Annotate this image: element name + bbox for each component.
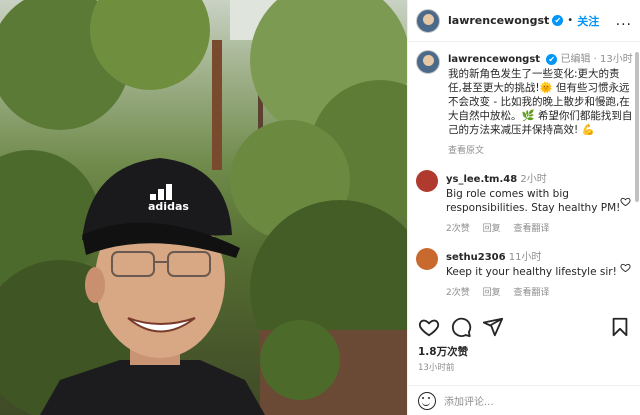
caption-edited: 已编辑 <box>560 54 591 65</box>
cap-logo: adidas <box>148 200 189 213</box>
comment-bubble-icon[interactable] <box>450 316 472 338</box>
separator-dot: • <box>567 15 574 26</box>
likes-count[interactable]: 1.8万次赞 <box>418 344 631 359</box>
post-header: lawrencewongst ✔ • 关注 ... <box>408 0 640 42</box>
more-options-button[interactable]: ... <box>616 13 632 29</box>
post-panel: lawrencewongst ✔ • 关注 ... lawrencewongst… <box>407 0 640 415</box>
caption-username[interactable]: lawrencewongst <box>448 54 540 65</box>
follow-button[interactable]: 关注 <box>577 13 599 29</box>
translate-link[interactable]: 查看翻译 <box>514 288 550 298</box>
author-avatar[interactable] <box>416 8 440 33</box>
share-send-icon[interactable] <box>482 316 504 338</box>
caption-avatar[interactable] <box>416 50 440 74</box>
comments-list[interactable]: lawrencewongst ✔ 已编辑 · 13小时 我的新角色发生了一些变化… <box>408 42 640 310</box>
comment-like-heart-icon[interactable] <box>620 196 631 207</box>
comment-text: Keep it your healthy lifestyle sir! <box>446 266 617 278</box>
photo-illustration: adidas <box>0 0 407 415</box>
add-comment-bar: 添加评论... <box>408 385 640 415</box>
comment-time: 2小时 <box>520 174 547 185</box>
like-heart-icon[interactable] <box>418 316 440 338</box>
emoji-icon[interactable] <box>418 391 436 410</box>
commenter-avatar[interactable] <box>416 248 438 270</box>
add-comment-input[interactable]: 添加评论... <box>444 393 494 408</box>
comment-likes[interactable]: 2次赞 <box>446 224 470 234</box>
author-username[interactable]: lawrencewongst <box>448 14 549 27</box>
post-actions: 1.8万次赞 13小时前 <box>408 314 640 373</box>
caption-text: 我的新角色发生了一些变化:更大的责任,甚至更大的挑战!🌞 但有些习惯永远不会改变… <box>448 68 633 136</box>
caption-row: lawrencewongst ✔ 已编辑 · 13小时 我的新角色发生了一些变化… <box>416 50 633 156</box>
verified-badge-icon: ✔ <box>546 54 558 65</box>
caption-time: 13小时 <box>600 54 633 65</box>
comment-text: Big role comes with big responsibilities… <box>446 188 621 214</box>
comment-username[interactable]: ys_lee.tm.48 <box>446 174 517 185</box>
scrollbar-thumb[interactable] <box>635 52 639 202</box>
comment-username[interactable]: sethu2306 <box>446 252 506 263</box>
reply-button[interactable]: 回复 <box>483 288 501 298</box>
commenter-avatar[interactable] <box>416 170 438 192</box>
comment-likes[interactable]: 2次赞 <box>446 288 470 298</box>
comments-scrollbar[interactable] <box>634 42 640 310</box>
save-bookmark-icon[interactable] <box>609 316 631 338</box>
comment-item: sethu2306 11小时 Keep it your healthy life… <box>416 248 633 298</box>
post-timestamp: 13小时前 <box>418 363 455 373</box>
verified-badge-icon: ✔ <box>552 15 564 26</box>
translate-link[interactable]: 查看翻译 <box>514 224 550 234</box>
reply-button[interactable]: 回复 <box>483 224 501 234</box>
comment-like-heart-icon[interactable] <box>620 262 631 273</box>
see-original-link[interactable]: 查看原文 <box>448 146 484 156</box>
comment-time: 11小时 <box>508 252 542 263</box>
post-photo[interactable]: adidas <box>0 0 407 415</box>
comment-item: ys_lee.tm.48 2小时 Big role comes with big… <box>416 170 633 234</box>
